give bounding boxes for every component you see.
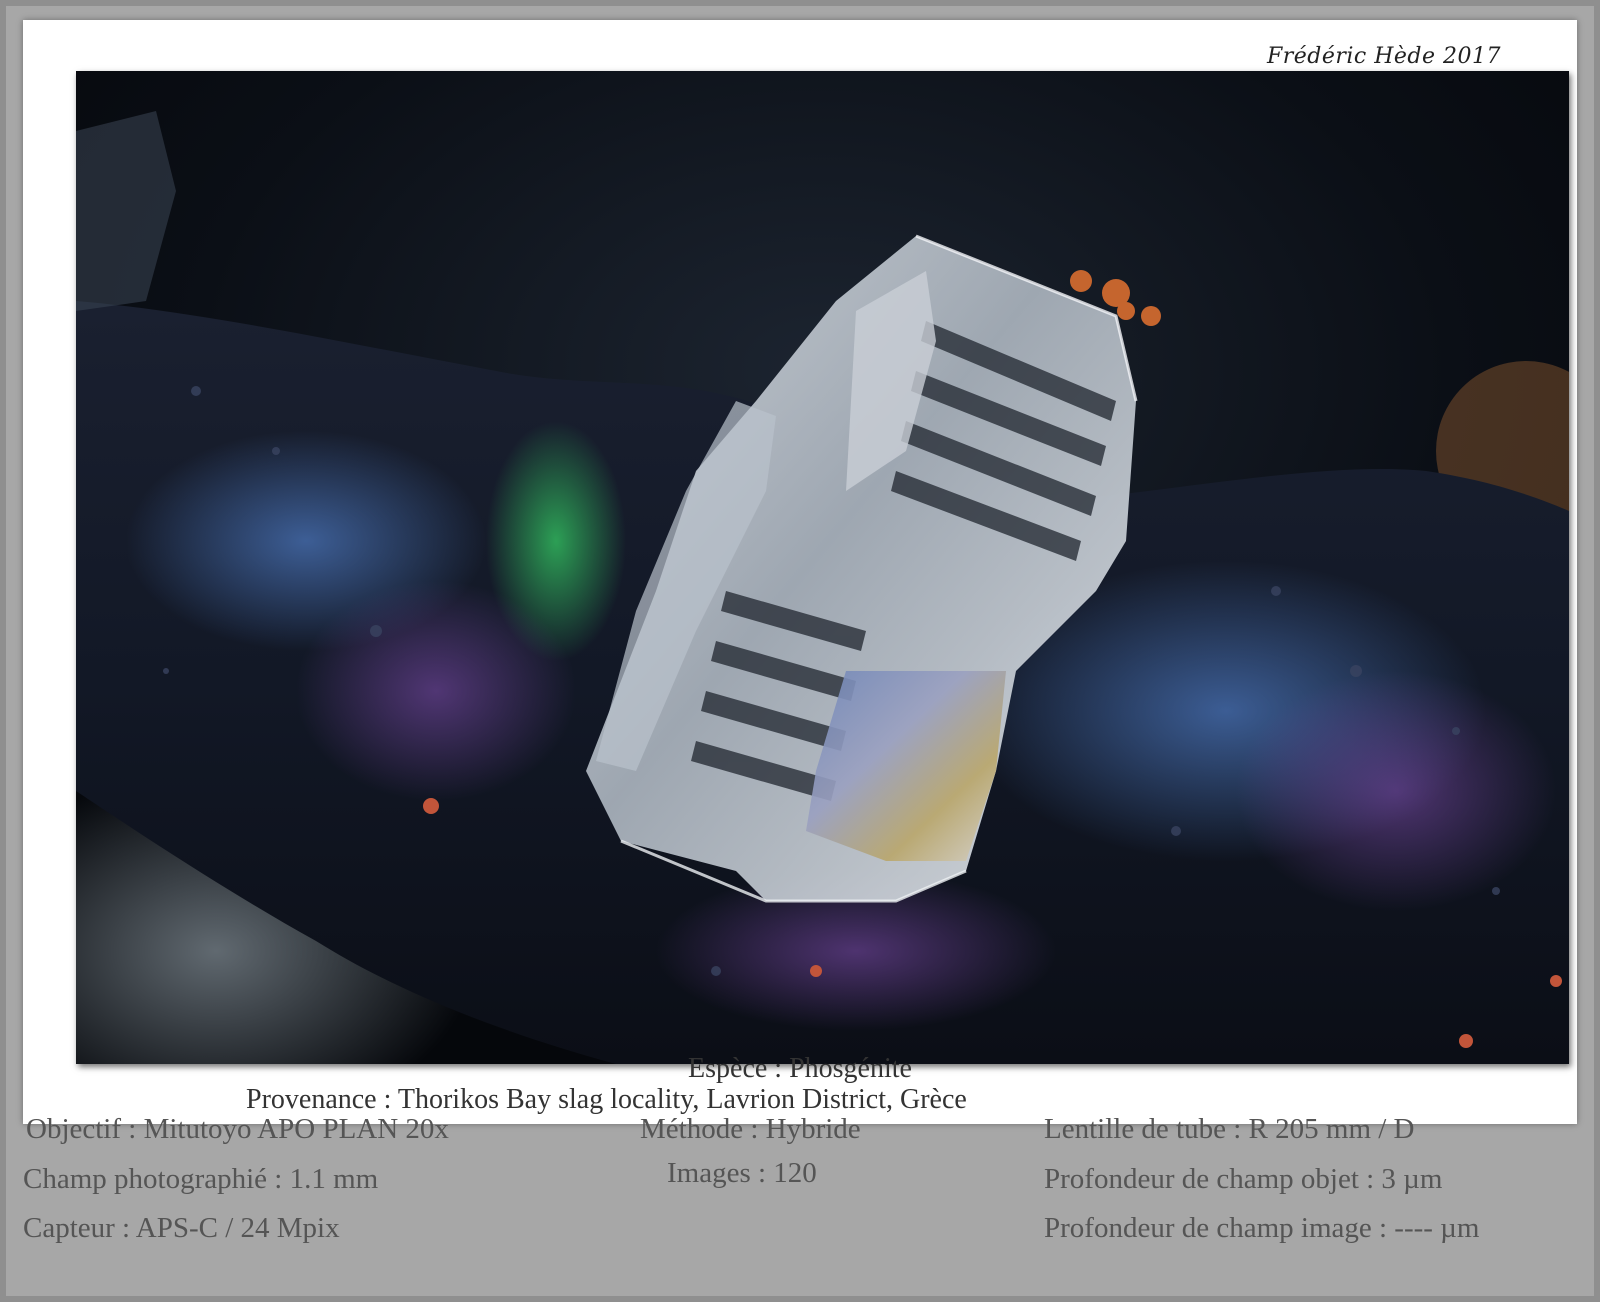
info-methode: Méthode : Hybride <box>640 1113 861 1145</box>
mineral-photo <box>76 71 1569 1064</box>
info-profondeur-objet: Profondeur de champ objet : 3 µm <box>1044 1163 1443 1195</box>
info-objectif: Objectif : Mitutoyo APO PLAN 20x <box>26 1113 449 1145</box>
provenance-caption: Provenance : Thorikos Bay slag locality,… <box>246 1084 967 1115</box>
info-champ: Champ photographié : 1.1 mm <box>23 1163 379 1195</box>
phosgenite-crystal-image <box>76 71 1569 1064</box>
species-caption: Espèce : Phosgénite <box>688 1053 912 1084</box>
info-capteur: Capteur : APS-C / 24 Mpix <box>23 1212 340 1244</box>
info-images: Images : 120 <box>667 1157 817 1189</box>
info-lentille: Lentille de tube : R 205 mm / D <box>1044 1113 1415 1145</box>
photographer-signature: Frédéric Hède 2017 <box>1266 44 1501 69</box>
info-profondeur-image: Profondeur de champ image : ---- µm <box>1044 1212 1480 1244</box>
